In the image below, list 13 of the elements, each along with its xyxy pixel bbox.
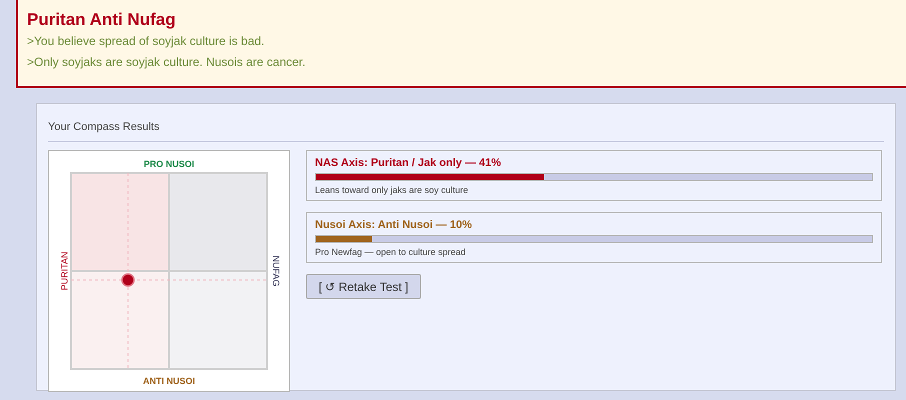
axis-note: Leans toward only jaks are soy culture [315,184,470,196]
axis-note: Pro Newfag — open to culture spread [315,246,467,258]
axis-label: ANTI NUSOI [142,374,196,388]
axis-label: PURITAN [58,251,70,291]
retake-button[interactable]: [ ↺ Retake Test ] [306,274,421,299]
panel-heading: Your Compass Results [48,121,160,133]
axis-label: PRO NUSOI [142,158,196,171]
axis-title: NAS Axis: Puritan / Jak only — 41% [315,157,502,170]
result-description: >Only soyjaks are soyjak culture. Nusois are cancer. [27,54,306,71]
result-title: Puritan Anti Nufag [27,10,177,30]
axis-label: NUFAG [270,254,282,288]
result-description: >You believe spread of soyjak culture is bad. [27,33,266,50]
axis-title: Nusoi Axis: Anti Nusoi — 10% [315,219,473,232]
